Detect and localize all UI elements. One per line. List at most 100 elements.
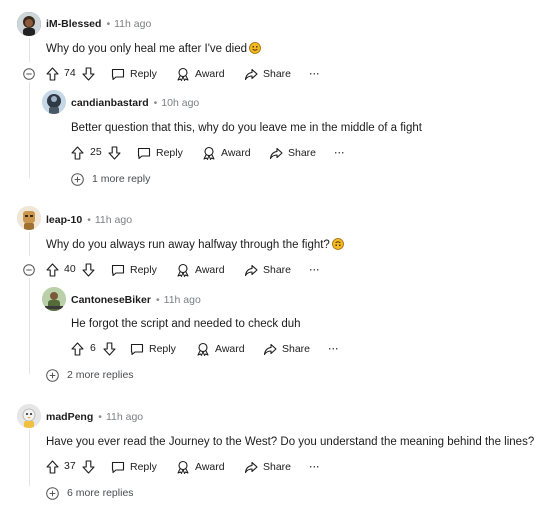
reply-label: Reply — [156, 147, 183, 159]
more-options-icon: ⋯ — [309, 264, 320, 276]
avatar[interactable] — [17, 206, 41, 230]
expand-plus-icon — [46, 368, 59, 382]
upvote-button[interactable] — [46, 262, 59, 278]
avatar[interactable] — [42, 287, 66, 311]
timestamp[interactable]: 11h ago — [164, 294, 201, 306]
comment-meta: leap-10 • 11h ago — [46, 213, 132, 227]
award-button[interactable]: Award — [202, 145, 251, 161]
reply-button[interactable]: Reply — [111, 262, 157, 278]
more-replies-link[interactable]: 2 more replies — [46, 368, 134, 382]
award-icon — [197, 342, 209, 356]
upvote-button[interactable] — [46, 66, 59, 82]
comment-text: Why do you always run away halfway throu… — [46, 237, 344, 253]
comment-text: Why do you only heal me after I've died — [46, 41, 261, 57]
award-button[interactable]: Award — [176, 459, 225, 475]
thread-line — [29, 232, 30, 256]
downvote-button[interactable] — [108, 145, 121, 161]
award-icon — [177, 460, 189, 474]
more-replies-label: 6 more replies — [67, 487, 134, 499]
award-icon — [203, 146, 215, 160]
more-options-icon: ⋯ — [328, 343, 339, 355]
username[interactable]: iM-Blessed — [46, 18, 101, 30]
separator-dot: • — [106, 18, 111, 30]
more-options-button[interactable]: ⋯ — [309, 459, 320, 475]
downvote-icon — [82, 263, 95, 277]
comment-meta: candianbastard • 10h ago — [71, 96, 199, 110]
avatar[interactable] — [17, 12, 41, 36]
collapse-thread-button[interactable] — [23, 263, 35, 276]
avatar[interactable] — [42, 90, 66, 114]
downvote-button[interactable] — [82, 459, 95, 475]
share-icon — [263, 343, 277, 355]
downvote-button[interactable] — [103, 341, 116, 357]
more-options-button[interactable]: ⋯ — [309, 66, 320, 82]
comment-body: Why do you only heal me after I've died — [46, 43, 247, 55]
more-replies-link[interactable]: 6 more replies — [46, 486, 134, 500]
upvote-icon — [71, 146, 84, 160]
more-replies-label: 2 more replies — [67, 369, 134, 381]
share-button[interactable]: Share — [269, 145, 316, 161]
comment-actions: 25 Reply Award Share ⋯ — [71, 145, 371, 161]
share-label: Share — [263, 264, 292, 276]
expand-plus-icon — [71, 172, 84, 186]
more-options-button[interactable]: ⋯ — [328, 341, 339, 357]
separator-dot: • — [87, 214, 91, 226]
comment-actions: 40 Reply Award Share ⋯ — [46, 262, 346, 278]
award-label: Award — [195, 461, 225, 473]
share-label: Share — [263, 461, 292, 473]
more-replies-link[interactable]: 1 more reply — [71, 172, 150, 186]
downvote-button[interactable] — [82, 66, 95, 82]
more-options-button[interactable]: ⋯ — [334, 145, 345, 161]
share-button[interactable]: Share — [244, 262, 291, 278]
share-label: Share — [263, 68, 292, 80]
separator-dot: • — [155, 294, 160, 306]
award-button[interactable]: Award — [196, 341, 245, 357]
username[interactable]: leap-10 — [46, 214, 82, 226]
timestamp[interactable]: 10h ago — [161, 97, 199, 109]
vote-count: 74 — [64, 67, 76, 79]
upvote-icon — [46, 263, 59, 277]
comment-actions: 6 Reply Award Share ⋯ — [71, 341, 371, 357]
avatar[interactable] — [17, 404, 41, 428]
vote-count: 6 — [90, 342, 96, 354]
username[interactable]: madPeng — [46, 411, 93, 423]
timestamp[interactable]: 11h ago — [95, 214, 132, 226]
downvote-icon — [103, 342, 116, 356]
award-label: Award — [221, 147, 251, 159]
downvote-button[interactable] — [82, 262, 95, 278]
upvote-icon — [46, 67, 59, 81]
share-button[interactable]: Share — [263, 341, 310, 357]
reply-button[interactable]: Reply — [130, 341, 176, 357]
timestamp[interactable]: 11h ago — [106, 411, 143, 423]
reply-button[interactable]: Reply — [137, 145, 183, 161]
reply-button[interactable]: Reply — [111, 66, 157, 82]
thread-line — [29, 278, 30, 374]
username[interactable]: CantoneseBiker — [71, 294, 151, 306]
collapse-thread-button[interactable] — [23, 67, 35, 80]
username[interactable]: candianbastard — [71, 97, 149, 109]
thread-line — [29, 430, 30, 486]
reply-icon — [111, 461, 125, 473]
award-button[interactable]: Award — [176, 262, 225, 278]
upvote-button[interactable] — [71, 145, 84, 161]
thread-line — [29, 38, 30, 62]
share-button[interactable]: Share — [244, 66, 291, 82]
upvote-icon — [71, 342, 84, 356]
downvote-icon — [108, 146, 121, 160]
thread-line — [29, 82, 30, 178]
upside-down-face-icon — [331, 238, 344, 250]
reply-label: Reply — [130, 264, 157, 276]
award-icon — [177, 67, 189, 81]
upvote-button[interactable] — [71, 341, 84, 357]
upvote-button[interactable] — [46, 459, 59, 475]
reply-label: Reply — [130, 68, 157, 80]
reply-icon — [130, 343, 144, 355]
share-button[interactable]: Share — [244, 459, 291, 475]
reply-button[interactable]: Reply — [111, 459, 157, 475]
more-options-button[interactable]: ⋯ — [309, 262, 320, 278]
share-icon — [244, 264, 258, 276]
award-label: Award — [195, 264, 225, 276]
share-icon — [269, 147, 283, 159]
award-button[interactable]: Award — [176, 66, 225, 82]
timestamp[interactable]: 11h ago — [114, 18, 151, 30]
